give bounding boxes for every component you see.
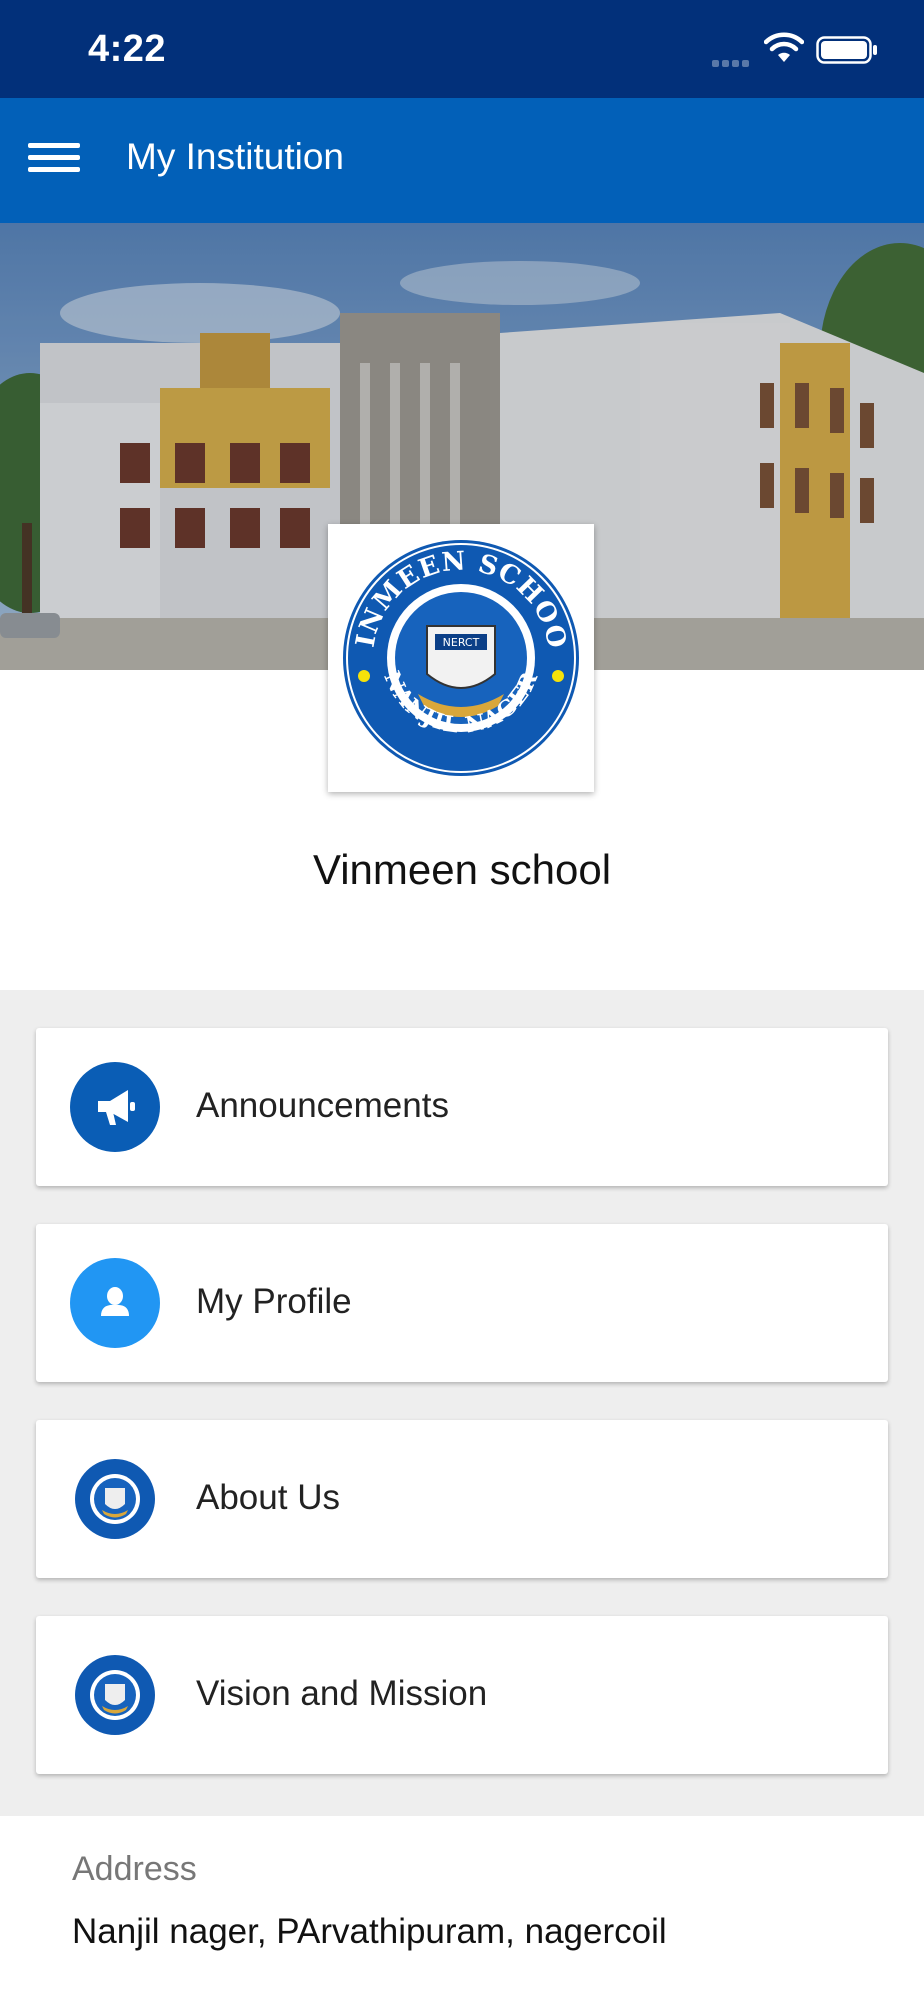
address-value: Nanjil nager, PArvathipuram, nagercoil [72,1912,667,1951]
page-title: My Institution [126,136,344,177]
menu-item-label: My Profile [196,1282,352,1321]
address-label: Address [72,1850,197,1888]
cellular-signal-icon [712,54,756,67]
address-section: Address Nanjil nager, PArvathipuram, nag… [0,1816,924,2000]
menu-item-label: Vision and Mission [196,1674,488,1713]
school-logo-icon [70,1454,160,1544]
hamburger-menu-button[interactable] [22,136,86,186]
person-icon [70,1258,160,1348]
menu-item-label: About Us [196,1478,340,1517]
logo-shield-text: NERCT [443,636,480,649]
institution-name: Vinmeen school [312,846,612,893]
menu-list: Announcements My Profile About Us Vision… [0,990,924,1816]
megaphone-icon [70,1062,160,1152]
announcements-button[interactable]: Announcements [36,1028,888,1186]
about-us-button[interactable]: About Us [36,1420,888,1578]
school-logo-icon [70,1650,160,1740]
my-profile-button[interactable]: My Profile [36,1224,888,1382]
app-bar: My Institution [0,98,924,223]
wifi-icon [764,32,804,62]
school-logo-card: NERCT VINMEEN SCHOOL NANJIL NAGER [316,501,594,792]
menu-item-label: Announcements [196,1086,449,1125]
school-logo-icon: NERCT VINMEEN SCHOOL NANJIL NAGER [316,501,579,776]
battery-icon [816,36,877,64]
status-time: 4:22 [88,28,167,70]
status-bar: 4:22 [0,0,924,98]
vision-and-mission-button[interactable]: Vision and Mission [36,1616,888,1774]
